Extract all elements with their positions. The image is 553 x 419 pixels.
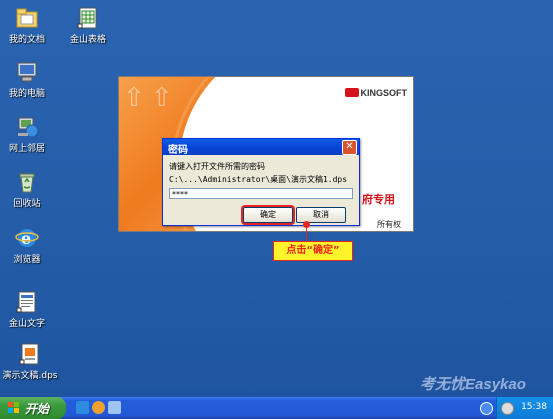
desktop-icon-presentation-file[interactable]: 演示文稿.dps <box>2 342 58 381</box>
desktop-icon-my-computer[interactable]: 我的电脑 <box>2 60 52 99</box>
splash-rights: 所有权利。 <box>377 220 401 229</box>
start-button[interactable]: 开始 <box>0 397 66 419</box>
svg-text:e: e <box>21 229 31 248</box>
taskbar: 开始 15:38 <box>0 397 553 419</box>
cancel-button[interactable]: 取消 <box>296 207 346 223</box>
kingsoft-logo-mark <box>344 88 359 97</box>
dialog-title: 密码 <box>168 145 188 156</box>
desktop-icon-kingsoft-spreadsheet[interactable]: 金山表格 <box>63 6 113 45</box>
watermark: 考无忧Easykao <box>420 376 526 393</box>
desktop-icon-label: 回收站 <box>13 199 41 209</box>
desktop-icon-my-documents[interactable]: 我的文档 <box>2 6 52 45</box>
dialog-titlebar[interactable]: 密码 ✕ <box>163 139 359 156</box>
ok-button[interactable]: 确定 <box>241 205 295 225</box>
annotation-callout: 点击“确定” <box>273 241 353 261</box>
desktop-icon-label: 网上邻居 <box>8 144 45 154</box>
presentation-file-icon <box>18 342 42 366</box>
writer-doc-icon <box>15 290 39 314</box>
quicklaunch-desktop-icon[interactable] <box>108 401 121 414</box>
kingsoft-logo: KINGSOFT <box>344 88 408 98</box>
recycle-bin-icon <box>15 170 39 194</box>
volume-icon[interactable] <box>501 402 514 415</box>
password-dialog: 密码 ✕ 请键入打开文件所需的密码 C:\...\Administrator\桌… <box>162 138 360 226</box>
clock: 15:38 <box>521 402 547 412</box>
computer-icon <box>15 60 39 84</box>
desktop: 我的文档 我的电脑 网上邻居 回收站 e 浏览器 金山文字 演示文稿.dps 金… <box>0 0 553 397</box>
network-icon <box>15 115 39 139</box>
desktop-icon-kingsoft-writer[interactable]: 金山文字 <box>2 290 52 329</box>
desktop-icon-label: 我的电脑 <box>8 89 45 99</box>
desktop-icon-network[interactable]: 网上邻居 <box>2 115 52 154</box>
desktop-icon-label: 浏览器 <box>13 255 41 265</box>
system-tray: 15:38 <box>496 397 553 419</box>
desktop-icon-recycle-bin[interactable]: 回收站 <box>2 170 52 209</box>
password-prompt: 请键入打开文件所需的密码 <box>169 162 265 171</box>
file-path: C:\...\Administrator\桌面\演示文稿1.dps <box>169 175 348 184</box>
password-input[interactable]: **** <box>169 188 353 199</box>
annotation-connector <box>306 224 307 240</box>
folder-icon <box>15 6 39 30</box>
close-icon[interactable]: ✕ <box>342 140 357 155</box>
desktop-icon-label: 我的文档 <box>8 35 45 45</box>
windows-logo-icon <box>8 402 20 414</box>
quicklaunch-media-icon[interactable] <box>92 401 105 414</box>
spreadsheet-icon <box>76 6 100 30</box>
splash-arrow-decoration: ⇧⇧ <box>123 83 179 113</box>
desktop-icon-label: 金山表格 <box>69 35 106 45</box>
desktop-icon-label: 演示文稿.dps <box>2 371 58 381</box>
brand-text: KINGSOFT <box>360 88 408 98</box>
quicklaunch-browser-icon[interactable] <box>76 401 89 414</box>
start-label: 开始 <box>25 402 50 416</box>
browser-icon: e <box>15 226 39 250</box>
desktop-icon-browser[interactable]: e 浏览器 <box>2 226 52 265</box>
tray-expand-icon[interactable] <box>480 402 493 415</box>
desktop-icon-label: 金山文字 <box>8 319 45 329</box>
splash-tagline: 府专用 <box>362 193 395 206</box>
